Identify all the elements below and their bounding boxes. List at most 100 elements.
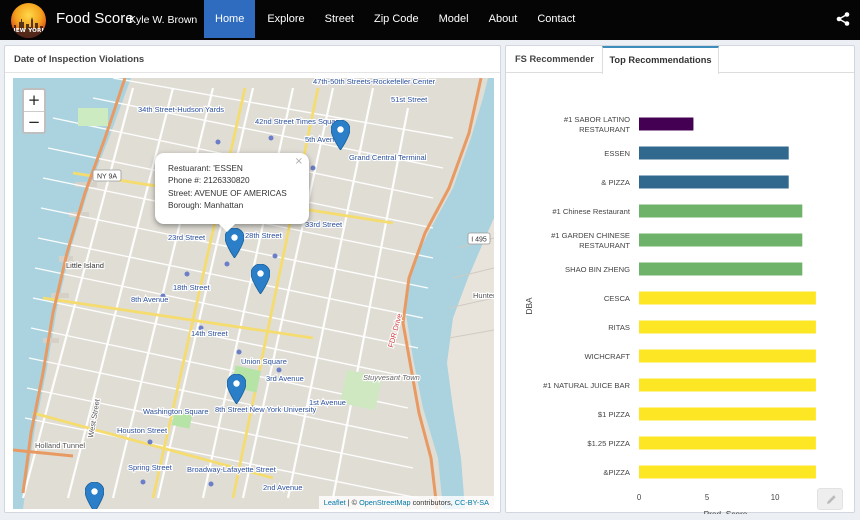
map-panel-title: Date of Inspection Violations — [5, 46, 500, 73]
chart-category-label: $1 PIZZA — [598, 410, 631, 419]
map-attribution: Leaflet | © OpenStreetMap contributors, … — [318, 496, 494, 509]
map-label: West Street — [86, 397, 102, 438]
popup-phone: Phone #: 2126330820 — [168, 175, 250, 186]
zoom-in-button[interactable]: + — [24, 90, 44, 111]
map-marker[interactable] — [225, 228, 244, 258]
map-label: 8th Avenue — [131, 295, 168, 304]
leaflet-link[interactable]: Leaflet — [324, 498, 346, 507]
chart-category-label: SHAO BIN ZHENG — [565, 265, 630, 274]
chart-bar — [639, 175, 789, 189]
map-label: Houston Street — [117, 426, 168, 435]
map-label: 8th Street New York University — [215, 405, 317, 414]
y-axis-title: DBA — [524, 297, 534, 315]
top-recommendations-chart: #1 SABOR LATINO RESTAURANT ESSEN & PIZZA #1 … — [506, 78, 856, 514]
map-label: Washington Square — [143, 407, 209, 416]
author-name: Kyle W. Brown — [129, 14, 198, 26]
nav-zip-code[interactable]: Zip Code — [364, 0, 429, 38]
attribution-sep: | © — [345, 498, 360, 507]
x-tick-label: 5 — [705, 493, 710, 502]
chart-bar — [639, 117, 694, 131]
map-marker[interactable] — [85, 482, 104, 509]
tab-top-recommendations[interactable]: Top Recommendations — [602, 46, 719, 74]
logo-text: NEW YORK — [11, 28, 46, 34]
chart-bar — [639, 465, 816, 479]
x-axis-title: Pred_Score — [704, 509, 748, 514]
marker-popup: Restuarant: 'ESSEN Phone #: 2126330820 S… — [155, 153, 309, 232]
chart-bar — [639, 233, 803, 247]
map-label: Holland Tunnel — [35, 441, 85, 450]
nav-contact[interactable]: Contact — [527, 0, 585, 38]
chart-category-label: &PIZZA — [603, 468, 631, 477]
app-title[interactable]: Food Score — [56, 10, 134, 27]
chart-bar — [639, 262, 803, 276]
map-label: Little Island — [66, 261, 104, 270]
popup-restaurant: Restuarant: 'ESSEN — [168, 163, 243, 173]
map-label: 47th-50th Streets-Rockefeller Center — [313, 78, 436, 86]
chart-bar — [639, 407, 816, 421]
recommendations-panel: FS Recommender Top Recommendations #1 SA… — [505, 45, 856, 514]
map-label: Broadway-Lafayette Street — [187, 465, 277, 474]
chart-category-label: CESCA — [604, 294, 631, 303]
map-label: 28th Street — [245, 231, 283, 240]
x-tick-label: 0 — [637, 493, 642, 502]
chart-bar — [639, 291, 816, 305]
popup-street: Street: AVENUE OF AMERICAS — [168, 187, 287, 198]
chart-category-label: #1 NATURAL JUICE BAR — [543, 381, 630, 390]
map-label: Hunters Point — [473, 291, 494, 300]
share-icon[interactable] — [836, 12, 850, 26]
chart-category-label: #1 Chinese Restaurant — [552, 207, 631, 216]
map-panel: Date of Inspection Violations NY 9A I 49… — [4, 45, 501, 513]
tab-fs-recommender[interactable]: FS Recommender — [515, 46, 594, 73]
chart-bar — [639, 349, 816, 363]
map-marker[interactable] — [227, 374, 246, 404]
inspection-map[interactable]: NY 9A I 495 34th Street-Hudson Yards 47t… — [13, 78, 494, 509]
nav-street[interactable]: Street — [315, 0, 364, 38]
chart-category-label: $1.25 PIZZA — [587, 439, 631, 448]
popup-tip — [219, 224, 235, 232]
zoom-out-button[interactable]: − — [24, 111, 44, 132]
map-marker[interactable] — [331, 120, 350, 150]
license-link[interactable]: CC-BY-SA — [455, 498, 489, 507]
nav-home[interactable]: Home — [204, 0, 256, 38]
nav-about[interactable]: About — [479, 0, 528, 38]
map-label: 34th Street-Hudson Yards — [138, 105, 224, 114]
main-nav: Home Explore Street Zip Code Model About… — [204, 0, 585, 38]
popup-borough: Borough: Manhattan — [168, 199, 244, 210]
map-label: 2nd Avenue — [263, 483, 303, 492]
map-label: 23rd Street — [168, 233, 206, 242]
map-label: Union Square — [241, 357, 287, 366]
chart-bar — [639, 320, 816, 334]
popup-close-icon[interactable]: × — [295, 156, 303, 168]
chart-category-label: #1 GARDEN CHINESE RESTAURANT — [551, 231, 630, 250]
chart-category-label: & PIZZA — [601, 178, 631, 187]
zoom-control: + − — [22, 88, 46, 134]
nav-model[interactable]: Model — [429, 0, 479, 38]
new-york-logo[interactable]: NEW YORK — [11, 3, 46, 38]
chart-category-label: ESSEN — [604, 149, 630, 158]
chart-bar — [639, 378, 816, 392]
skyline-icon — [11, 17, 46, 38]
chart-bar — [639, 204, 803, 218]
chart-category-label: RITAS — [608, 323, 630, 332]
map-label: FDR Drive — [386, 312, 404, 348]
osm-link[interactable]: OpenStreetMap — [359, 498, 411, 507]
bar-chart: #1 SABOR LATINO RESTAURANT ESSEN & PIZZA #1 … — [524, 115, 816, 514]
map-label: 33rd Street — [305, 220, 343, 229]
pencil-icon — [827, 495, 836, 504]
top-navbar: NEW YORK Food Score Kyle W. Brown Home E… — [0, 0, 860, 40]
map-label: Grand Central Terminal — [349, 153, 427, 162]
recommender-tabs: FS Recommender Top Recommendations — [506, 46, 854, 74]
map-label: 3rd Avenue — [266, 374, 304, 383]
chart-bar — [639, 436, 816, 450]
map-label: Stuyvesant Town — [363, 373, 420, 382]
map-label: 42nd Street Times Square — [255, 117, 342, 126]
chart-category-label: #1 SABOR LATINO RESTAURANT — [564, 115, 630, 134]
map-label: 18th Street — [173, 283, 211, 292]
x-tick-label: 10 — [771, 493, 780, 502]
chart-bar — [639, 146, 789, 160]
nav-explore[interactable]: Explore — [257, 0, 314, 38]
edit-button[interactable] — [817, 488, 843, 510]
map-label: 14th Street — [191, 329, 229, 338]
map-label: Spring Street — [128, 463, 173, 472]
map-marker[interactable] — [251, 264, 270, 294]
